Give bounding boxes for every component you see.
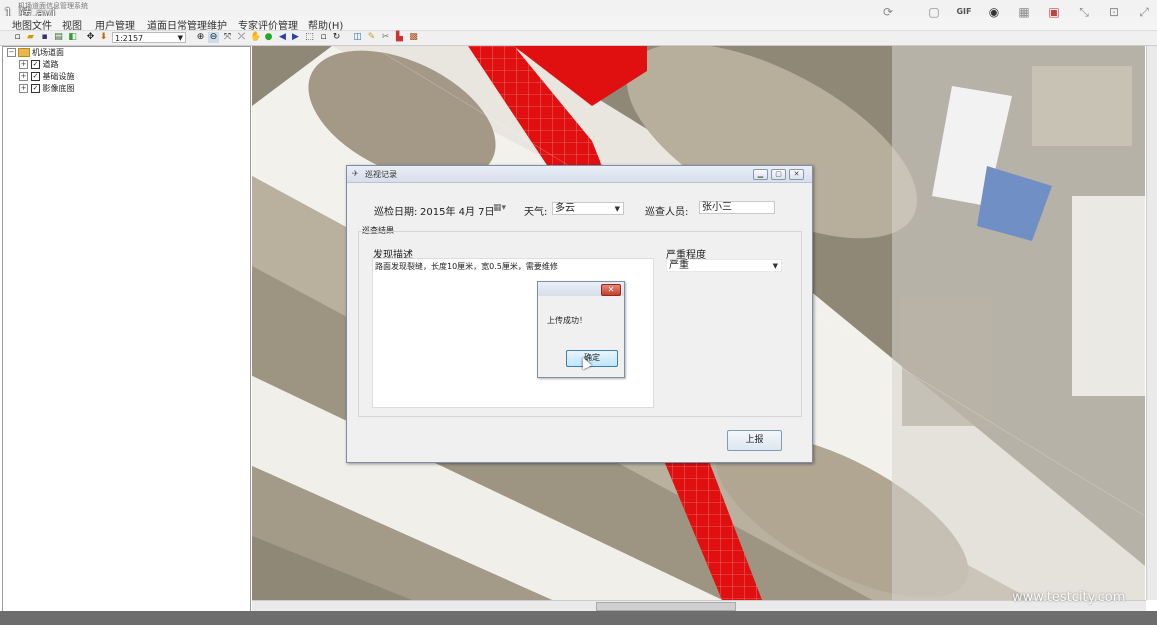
layer-icon[interactable]: ◧ bbox=[67, 32, 78, 43]
layer-tree-panel: − 机场道面 + ✓ 道路 + ✓ 基础设施 + ✓ 影像底图 bbox=[2, 46, 251, 612]
messagebox-text: 上传成功！ bbox=[547, 316, 587, 325]
hand-icon[interactable]: ✋ bbox=[250, 32, 261, 43]
vertical-scrollbar[interactable] bbox=[1146, 46, 1157, 600]
status-strip bbox=[0, 611, 1157, 625]
tree-root[interactable]: − 机场道面 bbox=[7, 47, 64, 59]
refresh-icon[interactable]: ⟳ bbox=[880, 4, 896, 20]
close-button[interactable]: ✕ bbox=[789, 169, 804, 180]
download-icon[interactable]: ⬇ bbox=[98, 32, 109, 43]
save-icon[interactable]: ▪ bbox=[39, 32, 50, 43]
severity-select[interactable]: 严重 ▼ bbox=[666, 259, 782, 272]
description-text: 路面发现裂缝，长度10厘米，宽0.5厘米，需要维修 bbox=[375, 262, 558, 271]
globe-icon[interactable]: ● bbox=[263, 32, 274, 43]
record-inspection-icon[interactable]: ▩ bbox=[408, 32, 419, 43]
scale-combo[interactable]: 1:2157 ▼ bbox=[112, 32, 186, 43]
fixed-zoom-icon[interactable]: ⤫ bbox=[236, 32, 247, 43]
new-icon[interactable]: ▫ bbox=[12, 32, 23, 43]
gif-icon[interactable]: GIF bbox=[956, 4, 972, 20]
menu-pavement-maintenance[interactable]: 道面日常管理维护 bbox=[147, 17, 227, 32]
tree-item-label: 影像底图 bbox=[42, 84, 75, 93]
tree-item-label: 基础设施 bbox=[42, 72, 75, 81]
chevron-down-icon: ▼ bbox=[772, 262, 778, 270]
menu-user-management[interactable]: 用户管理 bbox=[95, 17, 135, 32]
window-titlebar bbox=[0, 0, 1157, 16]
weather-select[interactable]: 多云 ▼ bbox=[552, 202, 624, 215]
select-icon[interactable]: ⬚ bbox=[304, 32, 315, 43]
watermark: www.testcity.com bbox=[1012, 590, 1126, 605]
minimize-button[interactable]: ▁ bbox=[753, 169, 768, 180]
tree-item-basemap[interactable]: + ✓ 影像底图 bbox=[19, 83, 75, 95]
menubar: 地图文件 视图 用户管理 道面日常管理维护 专家评价管理 帮助(H) bbox=[0, 16, 1157, 32]
calendar-dropdown-icon[interactable]: ▦▾ bbox=[493, 203, 506, 213]
menu-help[interactable]: 帮助(H) bbox=[308, 17, 343, 32]
checkbox-checked-icon[interactable]: ✓ bbox=[31, 72, 40, 81]
tree-item-label: 道路 bbox=[42, 60, 59, 69]
severity-value: 严重 bbox=[669, 260, 689, 271]
dialog-title: 巡视记录 bbox=[365, 170, 397, 179]
tool-icon[interactable]: ✂ bbox=[380, 32, 391, 43]
chart-icon[interactable]: ▙ bbox=[394, 32, 405, 43]
ok-button[interactable]: 确定 bbox=[566, 350, 618, 367]
record-icon[interactable]: ◉ bbox=[986, 4, 1002, 20]
back-arrow-icon[interactable]: ◀ bbox=[277, 32, 288, 43]
expand-icon[interactable]: + bbox=[19, 60, 28, 69]
forward-arrow-icon[interactable]: ▶ bbox=[290, 32, 301, 43]
pan-icon[interactable]: ✥ bbox=[85, 32, 96, 43]
inspector-value: 张小三 bbox=[702, 202, 732, 213]
arrows-icon[interactable]: ⤡ bbox=[1076, 4, 1092, 20]
menu-view[interactable]: 视图 bbox=[62, 17, 82, 32]
identify-icon[interactable]: ▫ bbox=[318, 32, 329, 43]
collapse-icon[interactable]: − bbox=[7, 48, 16, 57]
crop-icon[interactable]: ⊡ bbox=[1106, 4, 1122, 20]
scrollbar-thumb[interactable] bbox=[596, 602, 736, 611]
measure-icon[interactable]: ◫ bbox=[352, 32, 363, 43]
menu-map-file[interactable]: 地图文件 bbox=[12, 17, 52, 32]
tree-item-infrastructure[interactable]: + ✓ 基础设施 bbox=[19, 71, 75, 83]
close-icon[interactable]: ✕ bbox=[601, 284, 621, 296]
open-folder-icon[interactable]: ▰ bbox=[25, 32, 36, 43]
menu-expert-evaluation[interactable]: 专家评价管理 bbox=[238, 17, 298, 32]
print-icon[interactable]: ▤ bbox=[53, 32, 64, 43]
edit-icon[interactable]: ✎ bbox=[366, 32, 377, 43]
tree-root-label: 机场道面 bbox=[32, 48, 64, 57]
scale-value: 1:2157 bbox=[115, 34, 144, 43]
expand-icon[interactable]: + bbox=[19, 84, 28, 93]
maximize-button[interactable]: ▢ bbox=[771, 169, 786, 180]
zoom-in-icon[interactable]: ⊕ bbox=[195, 32, 206, 43]
chevron-down-icon: ▼ bbox=[177, 34, 183, 42]
expand-icon[interactable]: + bbox=[19, 72, 28, 81]
inspector-input[interactable]: 张小三 bbox=[699, 201, 775, 214]
fullscreen-icon[interactable]: ⤢ bbox=[1136, 4, 1152, 20]
tree-item-road[interactable]: + ✓ 道路 bbox=[19, 59, 59, 71]
folder-icon bbox=[18, 48, 30, 57]
refresh-map-icon[interactable]: ↻ bbox=[331, 32, 342, 43]
date-label: 巡检日期: bbox=[374, 207, 418, 218]
full-extent-icon[interactable]: ⤧ bbox=[222, 32, 233, 43]
inspector-label: 巡查人员: bbox=[645, 207, 689, 218]
submit-report-button[interactable]: 上报 bbox=[727, 430, 782, 451]
map-toolbar: ▫ ▰ ▪ ▤ ◧ ✥ ⬇ 1:2157 ▼ ⊕ ⊖ ⤧ ⤫ ✋ ● ◀ ▶ ⬚… bbox=[0, 31, 1157, 46]
weather-label: 天气: bbox=[524, 207, 548, 218]
weather-value: 多云 bbox=[555, 203, 575, 214]
grid-icon[interactable]: ▦ bbox=[1016, 4, 1032, 20]
square-icon[interactable]: ▢ bbox=[926, 4, 942, 20]
chevron-down-icon: ▼ bbox=[614, 205, 620, 213]
palette-icon[interactable]: ▣ bbox=[1046, 4, 1062, 20]
zoom-out-icon[interactable]: ⊖ bbox=[208, 32, 219, 43]
checkbox-checked-icon[interactable]: ✓ bbox=[31, 84, 40, 93]
date-value[interactable]: 2015年 4月 7日 bbox=[420, 203, 495, 218]
dialog-titlebar[interactable]: ✈ 巡视记录 ▁ ▢ ✕ bbox=[347, 166, 812, 183]
checkbox-checked-icon[interactable]: ✓ bbox=[31, 60, 40, 69]
app-icon: ✈ bbox=[352, 169, 359, 178]
